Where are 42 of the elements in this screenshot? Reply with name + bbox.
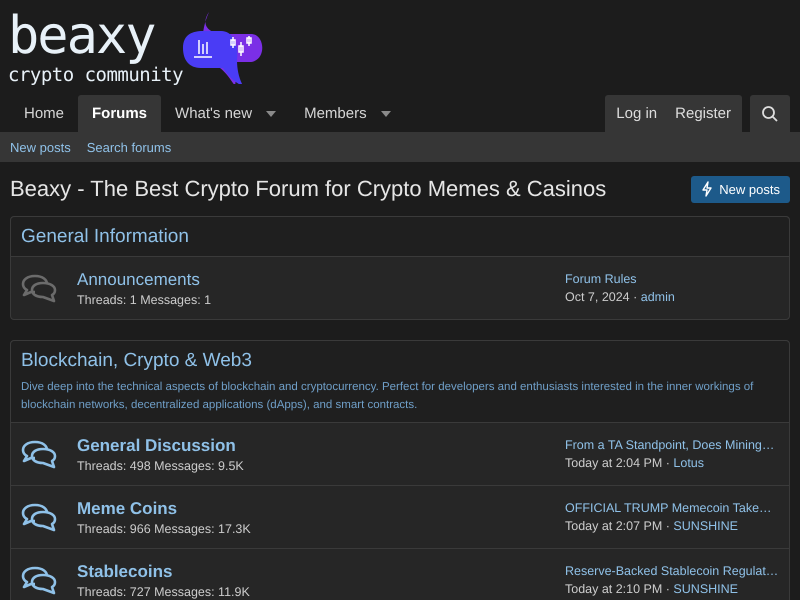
post-date: Today at 2:04 PM xyxy=(565,456,662,470)
username-link[interactable]: Lotus xyxy=(673,456,704,470)
separator-dot: · xyxy=(666,582,670,596)
account-link[interactable]: Log in xyxy=(607,95,666,132)
forum-title[interactable]: Meme Coins xyxy=(77,498,565,518)
forum-stats: Threads: 727 Messages: 11.9K xyxy=(77,584,251,598)
subnav-link[interactable]: Search forums xyxy=(86,140,172,154)
nav-tab[interactable]: Members xyxy=(290,95,405,132)
nav-tab[interactable]: What's new xyxy=(161,95,290,132)
post-date: Today at 2:10 PM xyxy=(565,582,662,596)
forum-stats: Threads: 498 Messages: 9.5K xyxy=(77,458,245,472)
forum-title[interactable]: Stablecoins xyxy=(77,562,565,582)
forum-title[interactable]: Announcements xyxy=(77,270,565,290)
post-date: Today at 2:07 PM xyxy=(565,519,662,533)
username-link[interactable]: admin xyxy=(640,290,675,304)
account-link[interactable]: Register xyxy=(666,95,740,132)
latest-thread-link[interactable]: From a TA Standpoint, Does Mining… xyxy=(565,438,789,452)
search-button[interactable] xyxy=(750,95,790,132)
nav-tab[interactable]: Home xyxy=(10,95,78,132)
forum-stats: Threads: 966 Messages: 17.3K xyxy=(77,522,252,536)
nav-tab[interactable]: Forums xyxy=(78,95,162,132)
page-title: Beaxy - The Best Crypto Forum for Crypto Memes & Casinos xyxy=(10,176,606,202)
latest-thread-link[interactable]: Forum Rules xyxy=(565,272,789,286)
category-title[interactable]: General Information xyxy=(21,226,779,248)
latest-thread-link[interactable]: Reserve-Backed Stablecoin Regulat… xyxy=(565,564,789,578)
logo-tagline: crypto community xyxy=(8,64,184,86)
username-link[interactable]: SUNSHINE xyxy=(673,519,738,533)
forum-stats: Threads: 1 Messages: 1 xyxy=(77,292,212,306)
forum-title[interactable]: General Discussion xyxy=(77,436,565,456)
logo-wordmark[interactable]: beaxy xyxy=(8,10,184,62)
separator-dot: · xyxy=(633,290,638,304)
search-icon xyxy=(761,104,779,122)
category-title[interactable]: Blockchain, Crypto & Web3 xyxy=(21,350,779,372)
latest-thread-link[interactable]: OFFICIAL TRUMP Memecoin Take… xyxy=(565,501,789,515)
lightning-icon xyxy=(701,181,714,197)
separator-dot: · xyxy=(666,519,670,533)
subnav-link[interactable]: New posts xyxy=(10,140,71,154)
separator-dot: · xyxy=(666,456,670,470)
category-description: Dive deep into the technical aspects of blockchain and cryptocurrency. Perfect for developers and enthusiasts interested in the inner workings of blockchain networks, decentralized applications (dApps), and smart contracts. xyxy=(21,380,754,413)
username-link[interactable]: SUNSHINE xyxy=(673,582,738,596)
post-date: Oct 7, 2024 xyxy=(565,290,630,304)
new-posts-button[interactable]: New posts xyxy=(691,176,790,202)
